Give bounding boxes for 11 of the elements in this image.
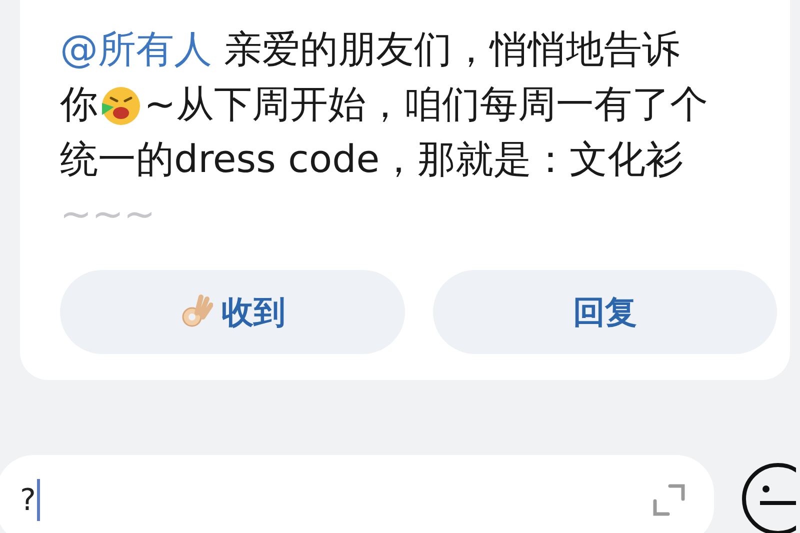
message-text: ~~~: [60, 191, 156, 238]
message-text: ~从下周开始，咱们每周一有了个: [144, 81, 708, 128]
received-button[interactable]: 收到: [60, 270, 404, 354]
message-text: 你: [60, 81, 98, 128]
emoji-icon[interactable]: [740, 461, 796, 533]
expand-icon[interactable]: [652, 483, 686, 517]
message-text: 亲爱的朋友们，悄悄地告诉: [224, 26, 680, 73]
message-text: 统一的dress code，那就是：文化衫: [60, 136, 684, 183]
reply-button[interactable]: 回复: [432, 270, 777, 354]
message-input[interactable]: ?: [0, 455, 714, 533]
mention-link[interactable]: @所有人: [60, 22, 212, 77]
